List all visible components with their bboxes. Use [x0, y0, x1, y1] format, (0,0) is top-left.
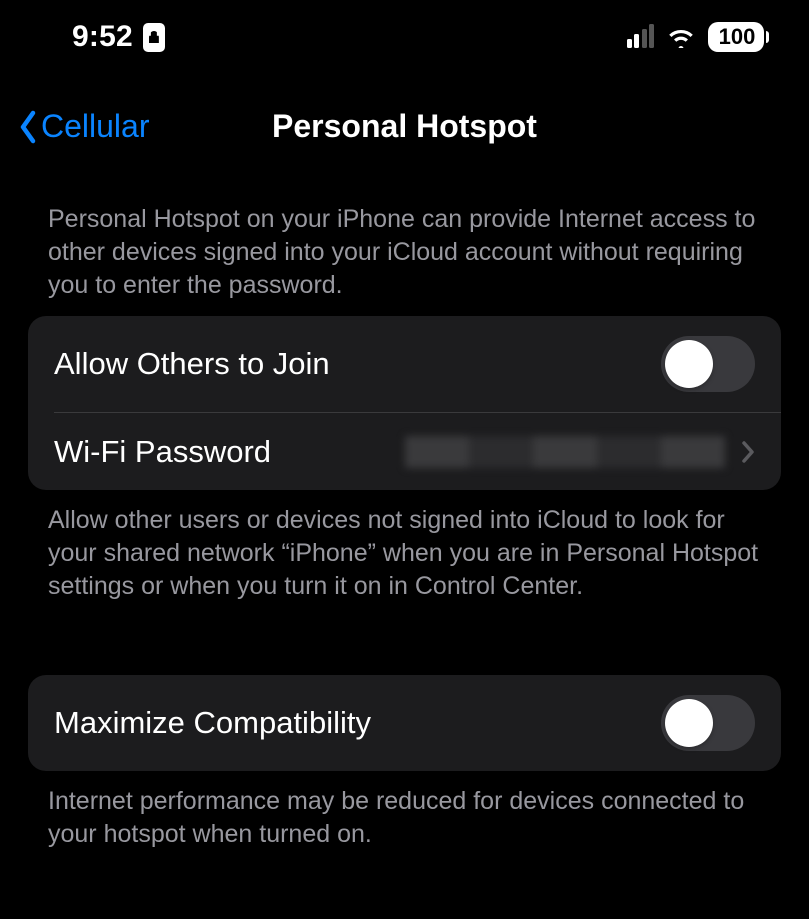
battery-level: 100 — [708, 22, 764, 52]
cellular-signal-icon — [627, 26, 655, 48]
compatibility-group: Maximize Compatibility — [28, 675, 781, 771]
wifi-icon — [666, 26, 696, 48]
compatibility-footer: Internet performance may be reduced for … — [28, 771, 781, 851]
navigation-bar: Cellular Personal Hotspot — [0, 68, 809, 155]
wifi-password-label: Wi-Fi Password — [54, 434, 271, 470]
battery-indicator: 100 — [708, 22, 769, 52]
chevron-left-icon — [18, 110, 38, 144]
wifi-password-value — [405, 436, 725, 468]
maximize-compatibility-label: Maximize Compatibility — [54, 705, 371, 741]
maximize-compatibility-toggle[interactable] — [661, 695, 755, 751]
section-intro-text: Personal Hotspot on your iPhone can prov… — [28, 155, 781, 316]
allow-others-row[interactable]: Allow Others to Join — [28, 316, 781, 412]
maximize-compatibility-row[interactable]: Maximize Compatibility — [28, 675, 781, 771]
status-time: 9:52 — [72, 20, 133, 54]
wifi-password-row[interactable]: Wi-Fi Password — [54, 412, 781, 490]
status-left: 9:52 — [72, 20, 165, 54]
back-label: Cellular — [41, 108, 149, 145]
allow-others-label: Allow Others to Join — [54, 346, 330, 382]
allow-others-toggle[interactable] — [661, 336, 755, 392]
chevron-right-icon — [741, 440, 755, 464]
hotspot-settings-group: Allow Others to Join Wi-Fi Password — [28, 316, 781, 490]
status-right: 100 — [627, 22, 770, 52]
nametag-icon — [143, 23, 165, 52]
back-button[interactable]: Cellular — [18, 108, 149, 145]
allow-others-footer: Allow other users or devices not signed … — [28, 490, 781, 603]
status-bar: 9:52 100 — [0, 0, 809, 68]
